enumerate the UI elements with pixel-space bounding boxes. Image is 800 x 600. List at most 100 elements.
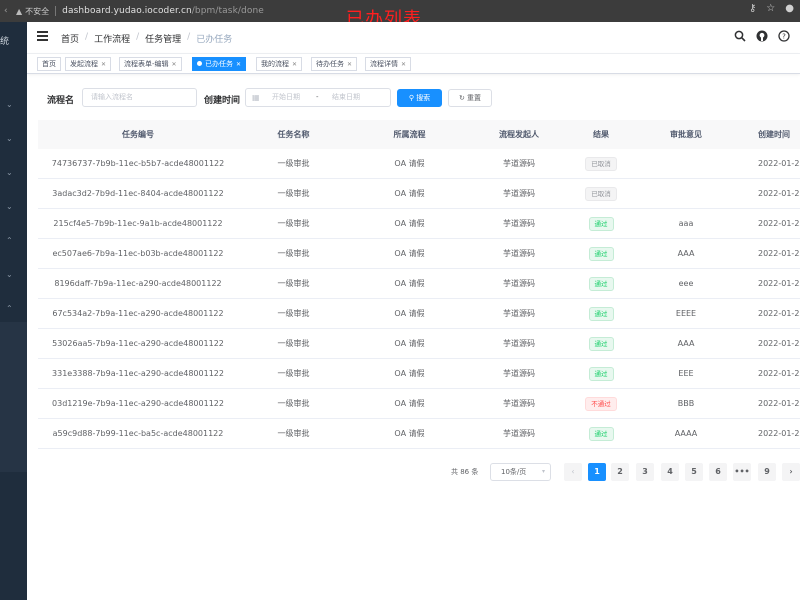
hamburger-icon[interactable]	[37, 31, 48, 41]
page-button[interactable]: 9	[758, 463, 776, 481]
cell-task-name: 一级审批	[277, 279, 310, 288]
breadcrumb-separator: /	[136, 32, 140, 42]
cell-initiator: 芋道源码	[503, 309, 535, 318]
process-name-input[interactable]: 请输入流程名	[82, 88, 197, 107]
tag-home[interactable]: 首页	[37, 57, 61, 71]
done-tasks-table: 任务编号 任务名称 所属流程 流程发起人 结果 审批意见 创建时间 747367…	[38, 120, 800, 449]
star-icon[interactable]: ☆	[766, 3, 775, 14]
table-row[interactable]: 74736737-7b9b-11ec-b5b7-acde48001122 一级审批…	[38, 149, 800, 179]
close-icon[interactable]: ✕	[401, 61, 406, 68]
reset-button-label: 重置	[467, 94, 482, 102]
tag-todo-tasks[interactable]: 待办任务 ✕	[311, 57, 358, 71]
close-icon[interactable]: ✕	[236, 61, 241, 68]
cell-process: OA 请假	[394, 399, 425, 408]
page-button[interactable]: 1	[588, 463, 606, 481]
table-row[interactable]: 03d1219e-7b9a-11ec-a290-acde48001122 一级审批…	[38, 389, 800, 419]
table-row[interactable]: ec507ae6-7b9a-11ec-b03b-acde48001122 一级审批…	[38, 239, 800, 269]
status-badge: 不通过	[585, 396, 617, 411]
search-icon[interactable]	[734, 30, 746, 42]
cell-comment: AAA	[677, 339, 695, 348]
chevron-down-icon[interactable]: ⌄	[6, 168, 13, 177]
breadcrumb-home[interactable]: 首页	[61, 32, 79, 45]
date-separator: -	[316, 93, 319, 101]
end-date-placeholder[interactable]: 结束日期	[332, 89, 360, 106]
cell-task-name: 一级审批	[277, 339, 310, 348]
cell-result: 通过	[568, 366, 634, 381]
chevron-down-icon[interactable]: ⌄	[6, 134, 13, 143]
question-icon[interactable]: ?	[778, 30, 790, 42]
cell-task-name: 一级审批	[277, 219, 310, 228]
cell-result: 通过	[568, 336, 634, 351]
cell-created-time: 2022-01-22 23:4	[758, 279, 800, 288]
start-date-placeholder[interactable]: 开始日期	[272, 89, 300, 106]
breadcrumb-task-management[interactable]: 任务管理	[145, 32, 181, 45]
cell-process: OA 请假	[394, 339, 425, 348]
cell-created-time: 2022-01-22 23:4	[758, 429, 800, 438]
warning-icon[interactable]: ▲	[16, 7, 22, 16]
key-icon[interactable]: ⚷	[749, 3, 756, 14]
security-label[interactable]: 不安全	[25, 6, 49, 17]
tag-process-form-edit[interactable]: 流程表单-编辑 ✕	[119, 57, 182, 71]
close-icon[interactable]: ✕	[101, 61, 106, 68]
tag-my-processes[interactable]: 我的流程 ✕	[256, 57, 303, 71]
process-name-label: 流程名	[47, 96, 75, 106]
page-button[interactable]: 6	[709, 463, 727, 481]
table-row[interactable]: a59c9d88-7b99-11ec-ba5c-acde48001122 一级审批…	[38, 419, 800, 449]
tag-start-process[interactable]: 发起流程 ✕	[65, 57, 112, 71]
cell-task-name: 一级审批	[277, 189, 310, 198]
cell-created-time: 2022-01-22 23:4	[758, 339, 800, 348]
cell-initiator: 芋道源码	[503, 369, 535, 378]
page-button[interactable]: 3	[636, 463, 654, 481]
chevron-down-icon: ▾	[541, 468, 545, 475]
close-icon[interactable]: ✕	[292, 61, 297, 68]
page-button[interactable]: 4	[661, 463, 679, 481]
status-badge: 通过	[588, 426, 614, 441]
next-page-button[interactable]: ›	[782, 463, 800, 481]
chevron-down-icon[interactable]: ⌄	[6, 202, 13, 211]
address-bar[interactable]: dashboard.yudao.iocoder.cn/bpm/task/done	[62, 6, 264, 16]
cell-process: OA 请假	[394, 249, 425, 258]
prev-page-button[interactable]: ‹	[564, 463, 582, 481]
status-badge: 通过	[588, 366, 614, 381]
header-result: 结果	[593, 130, 609, 139]
tag-done-tasks[interactable]: 已办任务 ✕	[192, 57, 247, 71]
chevron-up-icon[interactable]: ⌃	[6, 304, 13, 313]
page-button[interactable]: 2	[611, 463, 629, 481]
create-time-range-picker[interactable]: ▦ 开始日期 - 结束日期	[245, 88, 391, 107]
table-row[interactable]: 8196daff-7b9a-11ec-a290-acde48001122 一级审批…	[38, 269, 800, 299]
more-pages-button[interactable]: •••	[733, 463, 751, 481]
close-icon[interactable]: ✕	[172, 61, 177, 68]
close-icon[interactable]: ✕	[347, 61, 352, 68]
tag-process-detail[interactable]: 流程详情 ✕	[365, 57, 412, 71]
page-button[interactable]: 5	[685, 463, 703, 481]
table-row[interactable]: 215cf4e5-7b9b-11ec-9a1b-acde48001122 一级审批…	[38, 209, 800, 239]
cell-comment: eee	[678, 279, 694, 288]
breadcrumb-separator: /	[187, 32, 191, 42]
table-row[interactable]: 67c534a2-7b9a-11ec-a290-acde48001122 一级审批…	[38, 299, 800, 329]
page-size-select[interactable]: 10条/页 ▾	[490, 463, 551, 481]
pagination-total: 共 86 条	[451, 468, 479, 476]
back-icon[interactable]: ‹	[4, 6, 14, 16]
process-name-placeholder: 请输入流程名	[91, 93, 133, 101]
breadcrumb-workflow[interactable]: 工作流程	[94, 32, 130, 45]
profile-icon[interactable]: ●	[785, 3, 794, 14]
tag-label: 流程表单-编辑	[124, 60, 169, 68]
table-row[interactable]: 53026aa5-7b9a-11ec-a290-acde48001122 一级审批…	[38, 329, 800, 359]
github-icon[interactable]	[756, 30, 768, 42]
table-row[interactable]: 3adac3d2-7b9d-11ec-8404-acde48001122 一级审批…	[38, 179, 800, 209]
cell-initiator: 芋道源码	[503, 399, 535, 408]
sidebar: 统 ⌄ ⌄ ⌄ ⌄ ⌃ ⌄ ⌃	[0, 22, 27, 600]
cell-task-id: a59c9d88-7b99-11ec-ba5c-acde48001122	[52, 429, 224, 438]
chevron-down-icon[interactable]: ⌄	[6, 100, 13, 109]
table-row[interactable]: 331e3388-7b9a-11ec-a290-acde48001122 一级审批…	[38, 359, 800, 389]
cell-process: OA 请假	[394, 309, 425, 318]
cell-task-id: 03d1219e-7b9a-11ec-a290-acde48001122	[52, 399, 224, 408]
search-button[interactable]: ⚲ 搜索	[397, 89, 442, 107]
cell-task-id: 215cf4e5-7b9b-11ec-9a1b-acde48001122	[53, 219, 223, 228]
cell-task-id: 67c534a2-7b9a-11ec-a290-acde48001122	[52, 309, 224, 318]
chevron-down-icon[interactable]: ⌄	[6, 270, 13, 279]
chevron-up-icon[interactable]: ⌃	[6, 236, 13, 245]
cell-task-name: 一级审批	[277, 369, 310, 378]
reset-button[interactable]: ↻ 重置	[448, 89, 492, 107]
cell-comment: EEEE	[675, 309, 697, 318]
